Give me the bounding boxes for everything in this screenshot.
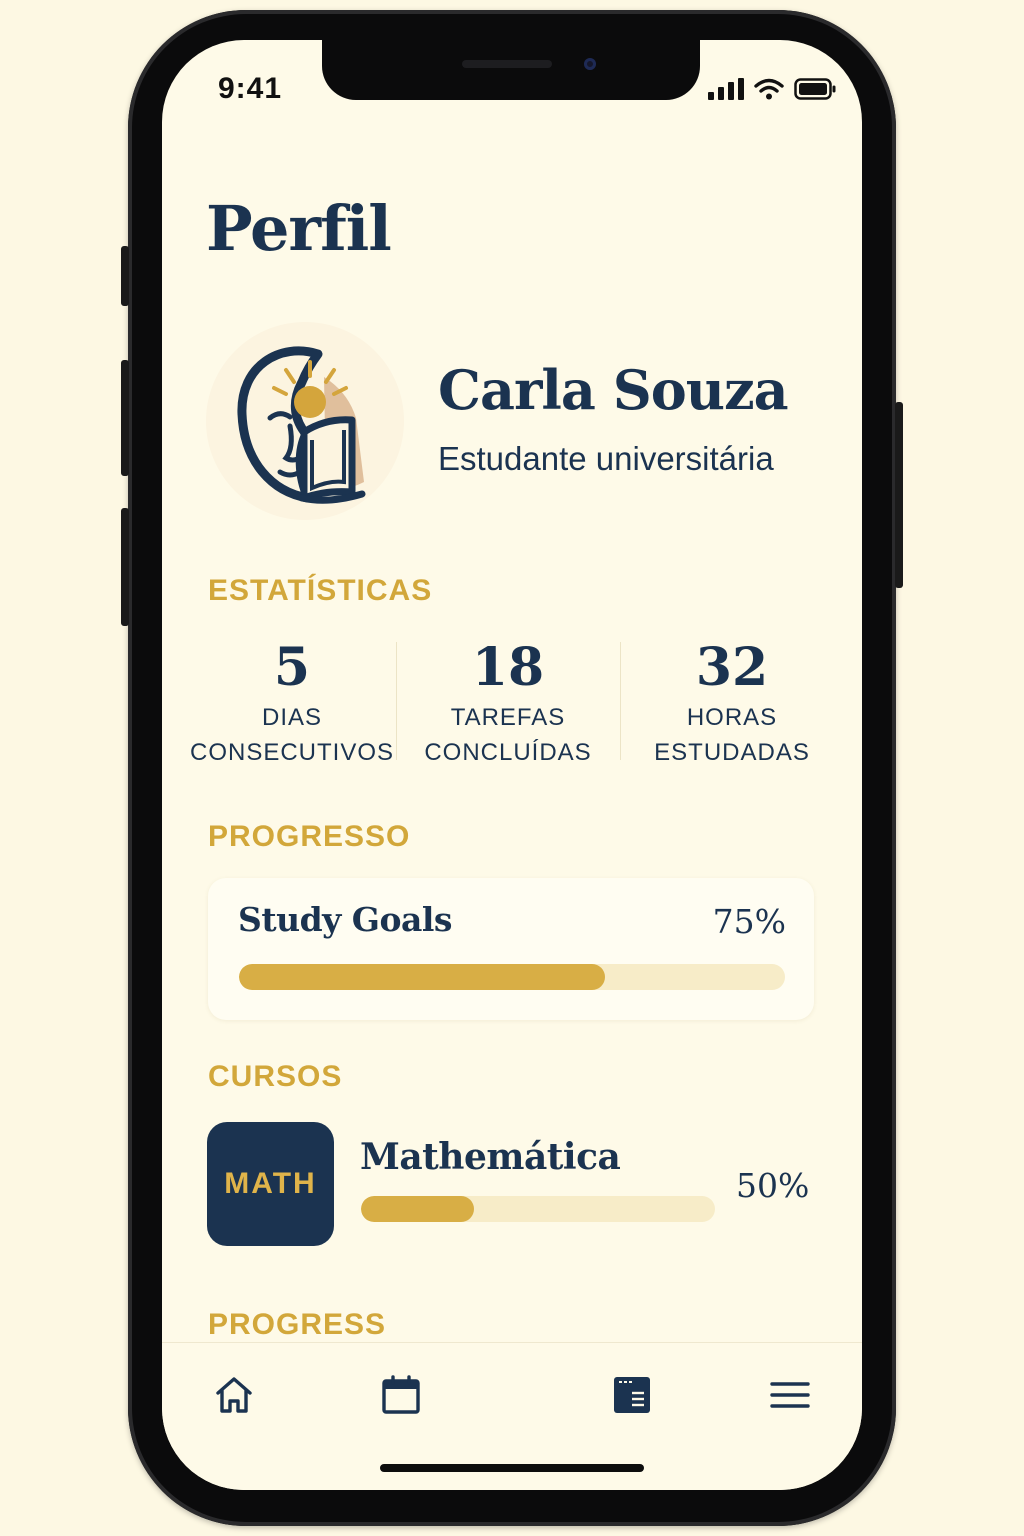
tab-home[interactable] [212, 1373, 256, 1417]
profile-role: Estudante universitária [438, 440, 774, 477]
stat-label-line2: CONCLUÍDAS [424, 739, 592, 766]
study-goals-card[interactable]: Study Goals 75% [208, 878, 814, 1020]
stats-row: 5 DIAS CONSECUTIVOS 18 TAREFAS CONCLUÍDA… [182, 636, 842, 766]
stat-label-line2: ESTUDADAS [654, 739, 810, 766]
course-progress-fill [361, 1196, 475, 1222]
stat-label-line1: TAREFAS [450, 704, 566, 731]
goal-progress-track [239, 964, 785, 990]
calendar-icon [382, 1375, 420, 1414]
stat-label-line2: CONSECUTIVOS [189, 739, 395, 766]
avatar[interactable] [206, 322, 404, 520]
stat-label-line1: DIAS [261, 704, 322, 731]
notch [322, 40, 700, 100]
stat-tasks: 18 TAREFAS CONCLUÍDAS [398, 636, 618, 770]
side-button-volume-down [121, 508, 129, 626]
stat-value: 18 [471, 637, 545, 698]
speaker-grille [462, 60, 552, 68]
cellular-signal-icon [708, 78, 744, 100]
stat-label-line1: HORAS [686, 704, 778, 731]
course-badge-math[interactable]: MATH [207, 1122, 334, 1246]
wifi-icon [754, 78, 784, 100]
battery-icon [794, 78, 836, 100]
progress-section-heading: PROGRESS [208, 1308, 387, 1341]
reading-mind-logo-icon [237, 346, 366, 504]
stat-divider [620, 642, 621, 760]
side-button-power [895, 402, 903, 588]
home-icon [216, 1377, 252, 1413]
menu-icon [770, 1382, 810, 1408]
profile-name: Carla Souza [438, 358, 789, 422]
front-camera [584, 58, 596, 70]
status-icons [708, 78, 836, 100]
stat-streak: 5 DIAS CONSECUTIVOS [182, 636, 402, 770]
book-icon [614, 1377, 650, 1413]
tab-courses[interactable] [610, 1373, 654, 1417]
page-title: Perfil [206, 192, 392, 265]
stat-divider [396, 642, 397, 760]
tab-calendar[interactable] [379, 1373, 423, 1417]
side-button-volume-up [121, 360, 129, 476]
course-name[interactable]: Mathemática [360, 1136, 621, 1178]
home-indicator[interactable] [380, 1464, 644, 1472]
screen: 9:41 Perfil Carla Souza Estudante univer… [162, 40, 862, 1490]
stat-value: 32 [695, 637, 769, 698]
stats-heading: ESTATÍSTICAS [208, 574, 433, 607]
courses-heading: CURSOS [208, 1060, 343, 1093]
course-percent: 50% [736, 1166, 810, 1205]
stat-value: 5 [273, 637, 311, 698]
goal-percent: 75% [712, 902, 786, 941]
course-progress-track [361, 1196, 715, 1222]
stat-hours: 32 HORAS ESTUDADAS [622, 636, 842, 770]
goal-title: Study Goals [238, 900, 453, 939]
progress-heading: PROGRESSO [208, 820, 411, 853]
tab-menu[interactable] [768, 1373, 812, 1417]
status-time: 9:41 [218, 72, 283, 105]
goal-progress-fill [239, 964, 605, 990]
side-button-mute [121, 246, 129, 306]
